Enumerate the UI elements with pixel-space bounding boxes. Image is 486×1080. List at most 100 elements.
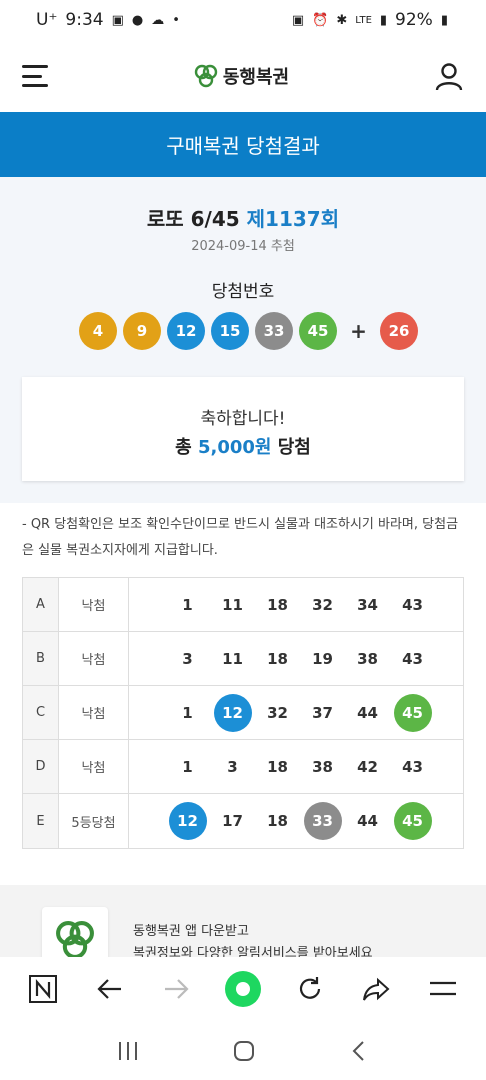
ticket-number: 18 [267,649,288,668]
prize-amount: 5,000원 [197,437,272,458]
ticket-number: 18 [267,757,288,776]
game-id: C [23,686,59,739]
ticket-number: 1 [182,595,193,614]
ticket-number: 3 [182,649,193,668]
ticket-table: A 낙첨 1 11 18 32 34 43 B 낙첨 3 11 18 19 38… [22,577,464,849]
ticket-number: 37 [312,703,333,722]
prize-total: 총 5,000원 당첨 [22,433,464,459]
game-result: 낙첨 [59,632,129,685]
app-promo-line1: 동행복권 앱 다운받고 [133,924,249,939]
ticket-number: 11 [222,649,243,668]
reload-button[interactable] [288,967,332,1011]
more-notifications-icon: • [172,12,180,28]
share-icon [363,977,390,1001]
draw-result-section: 로또 6/45 제1137회 2024-09-14 추첨 당첨번호 4 9 12… [0,177,486,503]
reload-icon [299,977,320,999]
naver-home-button[interactable] [21,967,65,1011]
clover-logo-icon [194,64,218,88]
matched-number: 12 [168,802,207,840]
ticket-number: 44 [357,703,378,722]
ticket-number: 18 [267,812,288,830]
game-id: D [23,740,59,793]
naver-n-icon [29,975,58,1003]
share-button[interactable] [354,967,398,1011]
prize-prefix: 총 [175,437,192,458]
app-promo-line2: 복권정보와 다양한 알림서비스를 받아보세요 [133,946,373,957]
browser-toolbar [0,957,486,1021]
round-number: 제1137회 [246,207,340,231]
app-logo[interactable] [42,907,108,957]
hamburger-menu-icon[interactable] [22,65,48,87]
arrow-left-icon [97,979,121,999]
top-nav: 동행복권 [0,40,486,112]
game-result: 낙첨 [59,686,129,739]
alarm-icon: ⏰ [312,12,329,28]
status-bar: U⁺ 9:34 ▣ ● ☁ • ▣ ⏰ ✱ LTE ▮ 92% ▮ [0,0,486,40]
logo-text: 동행복권 [222,67,290,88]
home-icon[interactable] [232,1039,256,1063]
network-type: LTE [355,14,372,26]
app-promo-section: 동행복권 앱 다운받고 복권정보와 다양한 알림서비스를 받아보세요 [0,885,486,957]
ticket-number: 42 [357,757,378,776]
green-dot-button[interactable] [221,967,265,1011]
matched-number: 45 [393,693,432,732]
ticket-number: 32 [267,703,288,722]
ticket-number: 1 [182,703,193,722]
site-logo[interactable]: 동행복권 [193,63,289,89]
winning-numbers-label: 당첨번호 [211,282,275,302]
lock-icon: ▣ [291,12,305,28]
prize-summary-card: 축하합니다! 총 5,000원 당첨 [22,377,464,481]
recent-apps-icon[interactable] [116,1040,140,1062]
game-id: E [23,794,59,848]
game-name: 로또 6/45 [146,207,240,231]
system-back-icon[interactable] [348,1039,370,1063]
clover-app-icon [56,921,94,957]
ticket-number: 43 [402,595,423,614]
table-row: E 5등당첨 12 17 18 33 44 45 [23,794,463,848]
winning-ball: 15 [211,312,249,350]
arrow-right-icon [165,979,189,999]
bluetooth-icon: ✱ [336,12,348,28]
prize-suffix: 당첨 [277,437,311,458]
green-dot-icon [224,971,261,1007]
ticket-number: 38 [312,757,333,776]
browser-menu-button[interactable] [421,967,465,1011]
ticket-number: 43 [402,649,423,668]
ticket-number: 34 [357,595,378,614]
winning-ball: 9 [123,312,161,350]
page-banner: 구매복권 당첨결과 [0,112,486,177]
game-result: 낙첨 [59,740,129,793]
back-button[interactable] [88,967,132,1011]
round-title: 로또 6/45 제1137회 [0,203,486,232]
game-numbers: 3 11 18 19 38 43 [129,640,463,678]
ticket-number: 38 [357,649,378,668]
user-account-icon[interactable] [434,61,464,91]
game-numbers: 1 3 18 38 42 43 [129,748,463,786]
talk-notification-icon: ● [131,12,144,28]
signal-icon: ▮ [379,12,388,28]
battery-icon: ▮ [440,12,448,28]
qr-notice: - QR 당첨확인은 보조 확인수단이므로 반드시 실물과 대조하시기 바라며,… [22,517,459,558]
bonus-ball: 26 [380,312,418,350]
congrats-message: 축하합니다! [200,409,286,429]
winning-ball: 33 [255,312,293,350]
winning-ball: 12 [167,312,205,350]
ticket-number: 17 [222,812,243,830]
ticket-number: 19 [312,649,333,668]
matched-number: 33 [303,802,342,840]
system-navigation [0,1021,486,1080]
table-row: B 낙첨 3 11 18 19 38 43 [23,632,463,686]
game-id: B [23,632,59,685]
matched-number: 45 [393,802,432,840]
matched-number: 12 [213,693,252,732]
ticket-number: 32 [312,595,333,614]
forward-button[interactable] [154,967,198,1011]
battery-level: 92% [395,10,433,30]
winning-ball: 4 [79,312,117,350]
game-numbers: 12 17 18 33 44 45 [129,802,463,840]
gallery-notification-icon: ▣ [111,12,124,28]
ticket-number: 43 [402,757,423,776]
clock: 9:34 [65,10,104,30]
ticket-number: 11 [222,595,243,614]
ticket-number: 1 [182,757,193,776]
